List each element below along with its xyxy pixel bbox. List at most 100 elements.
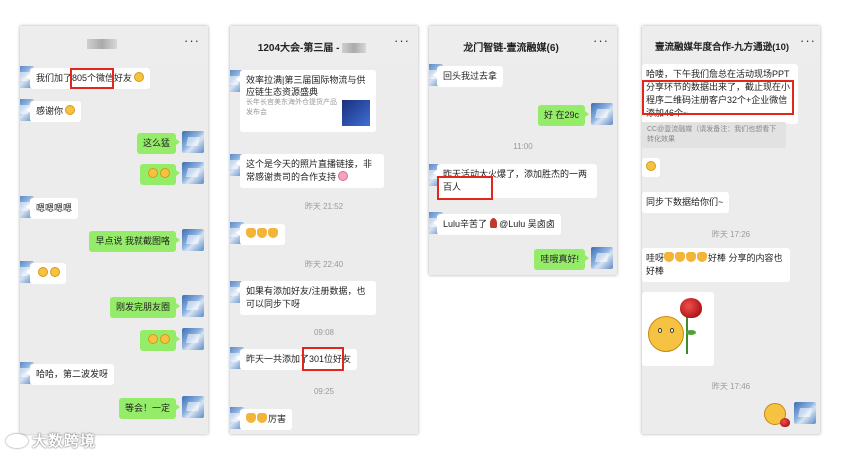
sticker[interactable] <box>642 292 714 366</box>
message-bubble[interactable]: 同步下数据给你们~ <box>642 192 730 213</box>
chat-window-2: 1204大会-第三届 - ··· 效率拉满|第三届国际物流与供应链生态资源盛典 … <box>230 26 418 434</box>
more-options-icon[interactable]: ··· <box>593 34 609 47</box>
thumbs-up-emoji-icon <box>686 252 697 262</box>
card-title: 效率拉满|第三届国际物流与供应链生态资源盛典 <box>246 75 366 97</box>
message-text: 嗯嗯嗯嗯 <box>36 203 73 213</box>
laugh-emoji-icon <box>38 267 48 277</box>
message-bubble[interactable] <box>140 330 180 351</box>
grin-emoji-icon <box>148 168 158 178</box>
chat-title: 1204大会-第三届 - <box>230 39 394 54</box>
message-bubble[interactable]: 哈哈，第二波发呀 <box>25 364 115 385</box>
watermark-text: 大数跨境 <box>32 433 97 450</box>
timestamp: 昨天 17:46 <box>711 382 751 391</box>
card-thumbnail <box>342 100 370 126</box>
message-bubble[interactable]: 这么猛 <box>136 133 181 154</box>
message-bubble[interactable]: 早点说 我就截图咯 <box>89 231 180 252</box>
clap-emoji-icon <box>246 228 256 238</box>
message-bubble[interactable]: 哇呀 好棒 分享的内容也好棒 <box>642 248 790 282</box>
grin-emoji-icon <box>160 334 170 344</box>
laugh-emoji-icon <box>50 267 60 277</box>
chat-header: 壹流融媒年度合作-九方通逊(10) ··· <box>642 26 820 62</box>
message-bubble[interactable] <box>140 164 180 185</box>
chat-window-4: 壹流融媒年度合作-九方通逊(10) ··· 哈喽，下午我们詹总在活动现场PPT分… <box>642 26 820 434</box>
timestamp: 09:08 <box>313 328 335 337</box>
quoted-message[interactable]: CC@壹流融媒（请发备注：我们也想看下转化效果 <box>642 122 786 148</box>
message-bubble[interactable]: 等会！一定 <box>118 398 181 419</box>
message-text: 等会！一定 <box>124 403 170 413</box>
highlight-box <box>70 68 114 89</box>
message-text: 哇呀 <box>646 253 665 263</box>
message-text: 这个是今天的照片直播链接，非常感谢贵司的合作支持 <box>246 159 373 182</box>
redacted-name <box>87 39 117 50</box>
message-bubble[interactable]: 哇哦真好! <box>534 249 589 270</box>
watermark: 大数跨境 <box>6 430 96 451</box>
avatar[interactable] <box>591 103 613 125</box>
chat-window-3: 龙门智链-壹流融媒(6) ··· 回头我过去拿 好 在29c 11:00 昨天活… <box>429 26 617 275</box>
thumbs-up-emoji-icon <box>257 413 267 423</box>
avatar[interactable] <box>182 229 204 251</box>
more-options-icon[interactable]: ··· <box>800 34 816 47</box>
flower-emoji-icon <box>338 171 349 181</box>
grin-emoji-icon <box>160 168 170 178</box>
message-bubble[interactable]: 这个是今天的照片直播链接，非常感谢贵司的合作支持 <box>236 154 384 188</box>
smile-emoji-icon <box>134 72 145 82</box>
message-text: 感谢你 <box>36 106 64 116</box>
chat-header: ··· <box>20 26 208 62</box>
mention-text[interactable]: @Lulu 吴卤卤 <box>499 219 555 229</box>
avatar[interactable] <box>182 131 204 153</box>
message-bubble[interactable]: 厉害 <box>235 409 293 430</box>
message-text: 回头我过去拿 <box>443 71 498 81</box>
highlight-box <box>642 80 794 115</box>
chat-title: 壹流融媒年度合作-九方通逊(10) <box>654 42 790 53</box>
thumbs-up-emoji-icon <box>664 252 675 262</box>
message-text: 哇哦真好! <box>540 254 579 264</box>
timestamp: 昨天 17:26 <box>711 230 751 239</box>
message-text: Lulu辛苦了 <box>443 219 488 229</box>
grin-emoji-icon <box>148 334 158 344</box>
message-text: 哈哈，第二波发呀 <box>36 369 109 379</box>
link-card[interactable]: 效率拉满|第三届国际物流与供应链生态资源盛典 长年长官美东海外仓提货产品发布会 <box>236 70 376 132</box>
rose-emoji-icon <box>489 218 497 228</box>
eye <box>658 328 662 333</box>
message-bubble[interactable] <box>26 263 66 284</box>
smile-emoji-icon <box>646 161 656 171</box>
smile-emoji-icon <box>65 105 76 115</box>
message-bubble[interactable]: 如果有添加好友/注册数据，也可以同步下呀 <box>236 281 376 315</box>
avatar[interactable] <box>591 247 613 269</box>
thumbs-up-emoji-icon <box>675 252 686 262</box>
message-bubble[interactable] <box>236 224 285 245</box>
rose-icon <box>680 298 702 318</box>
message-bubble[interactable]: 回头我过去拿 <box>432 66 504 87</box>
message-bubble[interactable]: 刚发完朋友圈 <box>109 297 181 318</box>
thumbs-up-emoji-icon <box>246 413 256 423</box>
rose-icon <box>780 418 790 427</box>
avatar[interactable] <box>182 328 204 350</box>
watermark-logo-icon <box>6 434 28 448</box>
timestamp: 昨天 22:40 <box>304 260 344 269</box>
more-options-icon[interactable]: ··· <box>394 34 410 47</box>
highlight-box <box>437 176 493 200</box>
message-bubble[interactable]: Lulu辛苦了 @Lulu 吴卤卤 <box>433 214 561 235</box>
redacted-name <box>342 43 367 54</box>
clap-emoji-icon <box>257 228 267 238</box>
avatar[interactable] <box>182 295 204 317</box>
chat-window-1: ··· 我们加了805个微信好友 感谢你 这么猛 嗯嗯嗯嗯 早点说 我就截图咯 … <box>20 26 208 434</box>
message-bubble[interactable]: 嗯嗯嗯嗯 <box>25 198 79 219</box>
more-options-icon[interactable]: ··· <box>184 34 200 47</box>
message-text: 这么猛 <box>142 138 170 148</box>
eye <box>670 328 674 333</box>
message-bubble[interactable] <box>642 158 660 177</box>
message-bubble[interactable]: 感谢你 <box>25 101 82 122</box>
message-text: 刚发完朋友圈 <box>115 302 170 312</box>
timestamp: 昨天 21:52 <box>304 202 344 211</box>
message-text: 厉害 <box>268 414 287 424</box>
avatar[interactable] <box>794 402 816 424</box>
message-text: 同步下数据给你们~ <box>646 197 724 207</box>
avatar[interactable] <box>182 396 204 418</box>
avatar[interactable] <box>182 162 204 184</box>
chat-header: 1204大会-第三届 - ··· <box>230 26 418 62</box>
message-text: 早点说 我就截图咯 <box>95 236 170 246</box>
card-description: 长年长官美东海外仓提货产品发布会 <box>246 99 337 116</box>
rose-leaf <box>686 330 696 335</box>
message-bubble[interactable]: 好 在29c <box>537 105 590 126</box>
